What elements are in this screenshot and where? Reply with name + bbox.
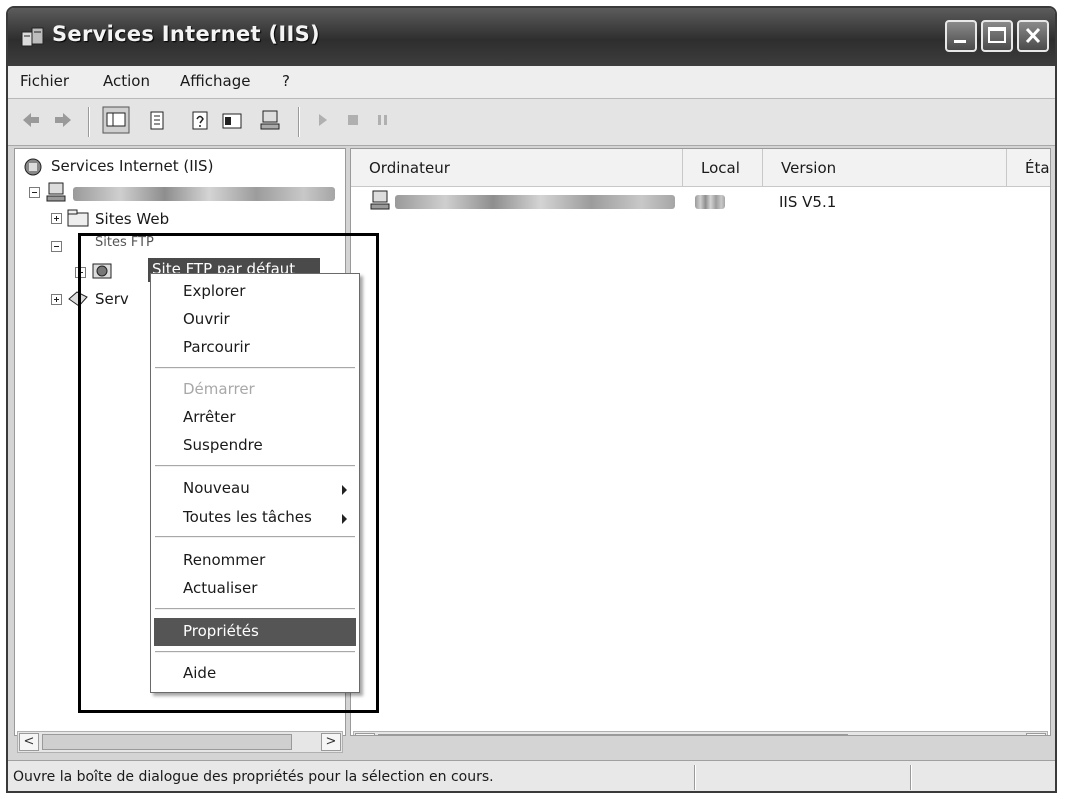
- scroll-thumb[interactable]: [42, 734, 292, 750]
- play-icon[interactable]: [313, 109, 333, 131]
- menu-separator: [155, 651, 355, 653]
- column-header-local[interactable]: Local: [683, 149, 763, 187]
- redacted-local-cell: [695, 195, 725, 209]
- tree-sites-web[interactable]: Sites Web: [95, 210, 169, 228]
- tree-expander[interactable]: [29, 187, 40, 198]
- menu-item-parcourir[interactable]: Parcourir: [183, 338, 250, 356]
- menu-item-suspendre[interactable]: Suspendre: [183, 436, 263, 454]
- context-menu: Explorer Ouvrir Parcourir Démarrer Arrêt…: [150, 273, 360, 693]
- menu-separator: [155, 465, 355, 467]
- menu-help[interactable]: ?: [282, 72, 290, 90]
- maximize-button[interactable]: [981, 20, 1013, 52]
- export-list-icon[interactable]: [146, 109, 170, 133]
- menu-item-ouvrir[interactable]: Ouvrir: [183, 310, 230, 328]
- submenu-arrow-icon: [342, 485, 347, 495]
- status-text: Ouvre la boîte de dialogue des propriété…: [13, 769, 494, 785]
- column-header-etat[interactable]: Éta: [1007, 149, 1050, 187]
- scroll-right-arrow-icon[interactable]: >: [321, 733, 341, 751]
- close-button[interactable]: [1017, 20, 1049, 52]
- menu-item-renommer[interactable]: Renommer: [183, 551, 265, 569]
- menu-separator: [155, 367, 355, 369]
- tree-root-label[interactable]: Services Internet (IIS): [51, 157, 213, 175]
- close-icon: [1025, 27, 1041, 44]
- title-bar[interactable]: Services Internet (IIS): [8, 8, 1055, 66]
- console-tree-icon[interactable]: [102, 106, 130, 134]
- menu-separator: [155, 608, 355, 610]
- menu-item-explorer[interactable]: Explorer: [183, 282, 245, 300]
- stop-icon[interactable]: [343, 109, 363, 131]
- menu-item-arreter[interactable]: Arrêter: [183, 408, 236, 426]
- tree-expander-web[interactable]: [51, 213, 62, 224]
- menu-affichage[interactable]: Affichage: [180, 72, 250, 90]
- scroll-right-arrow-icon[interactable]: >: [1026, 733, 1046, 735]
- iis-app-icon: [21, 27, 44, 47]
- menu-item-nouveau[interactable]: Nouveau: [183, 479, 250, 497]
- list-horizontal-scrollbar[interactable]: < >: [353, 731, 1048, 735]
- toolbar-separator: [88, 107, 90, 137]
- help-pane-icon[interactable]: [220, 109, 244, 133]
- list-pane: Ordinateur Local Version Éta IIS V5.1 < …: [350, 148, 1051, 736]
- maximize-icon: [988, 27, 1006, 43]
- toolbar-separator-2: [298, 107, 300, 137]
- iis-root-icon: [24, 158, 42, 176]
- status-divider: [910, 765, 912, 790]
- menu-item-toutes-les-taches[interactable]: Toutes les tâches: [183, 508, 312, 526]
- column-header-ordinateur[interactable]: Ordinateur: [351, 149, 683, 187]
- computer-connect-icon[interactable]: [258, 109, 282, 133]
- redacted-computer-row[interactable]: [395, 195, 675, 209]
- menu-bar: Fichier Action Affichage ?: [8, 66, 1055, 99]
- tree-horizontal-scrollbar[interactable]: < >: [17, 731, 343, 753]
- menu-fichier[interactable]: Fichier: [20, 72, 69, 90]
- menu-item-demarrer: Démarrer: [183, 380, 255, 398]
- toolbar: [8, 99, 1055, 146]
- version-cell: IIS V5.1: [779, 193, 837, 211]
- column-header-version[interactable]: Version: [763, 149, 1007, 187]
- scroll-left-arrow-icon[interactable]: <: [355, 733, 375, 735]
- computer-icon: [46, 182, 66, 202]
- back-arrow-icon[interactable]: [20, 109, 42, 131]
- minimize-button[interactable]: [945, 20, 977, 52]
- minimize-icon: [954, 40, 966, 43]
- window-title: Services Internet (IIS): [52, 22, 320, 46]
- menu-item-actualiser[interactable]: Actualiser: [183, 579, 257, 597]
- menu-item-aide[interactable]: Aide: [183, 664, 216, 682]
- scroll-left-arrow-icon[interactable]: <: [19, 733, 39, 751]
- menu-item-proprietes[interactable]: Propriétés: [183, 622, 259, 640]
- redacted-computer-name[interactable]: [73, 187, 335, 201]
- tree-expander-ftp[interactable]: [51, 241, 62, 252]
- scroll-thumb[interactable]: [378, 734, 848, 735]
- status-divider: [694, 765, 696, 790]
- submenu-arrow-icon: [342, 514, 347, 524]
- folder-icon: [67, 209, 89, 227]
- menu-separator: [155, 536, 355, 538]
- computer-icon: [370, 190, 390, 210]
- menu-action[interactable]: Action: [103, 72, 150, 90]
- status-bar: Ouvre la boîte de dialogue des propriété…: [8, 760, 1055, 791]
- pause-icon[interactable]: [373, 109, 393, 131]
- properties-icon[interactable]: [188, 109, 212, 133]
- tree-expander-services[interactable]: [51, 294, 62, 305]
- forward-arrow-icon[interactable]: [52, 109, 74, 131]
